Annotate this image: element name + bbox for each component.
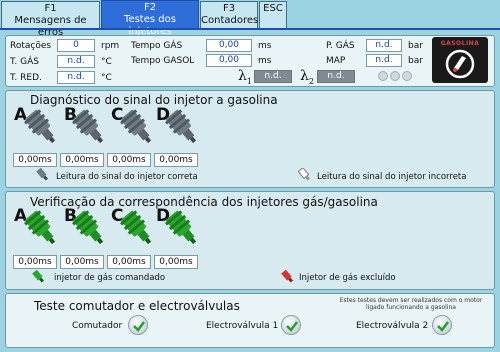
fuel-injector-icon — [120, 109, 152, 144]
tab-label: Contadores — [201, 15, 259, 26]
indicator-led-1 — [378, 71, 388, 81]
tempo-gas-unit: ms — [258, 41, 272, 51]
tab-error-messages[interactable]: F1 Mensagens de erros — [1, 1, 100, 38]
injector-ok-icon — [36, 168, 49, 181]
tab-label: Testes dos injetores — [124, 14, 176, 37]
injector-time-a: 0,00ms — [13, 153, 57, 167]
tab-escape[interactable]: ESC — [259, 1, 287, 28]
switch-label-ev2: Electroválvula 2 — [356, 321, 429, 331]
tempo-gasol-unit: ms — [258, 56, 272, 66]
rotacoes-value: 0 — [57, 39, 95, 52]
gas-injector-icon — [120, 210, 152, 245]
tab-injector-tests[interactable]: F2 Testes dos injetores — [101, 0, 199, 37]
fuel-injector-icon — [72, 109, 104, 144]
injector-time-d: 0,00ms — [154, 153, 198, 167]
tempo-gasol-value: 0,00 — [206, 54, 252, 67]
legend-signal-ok: Leitura do sinal do injetor correta — [56, 172, 198, 182]
tempo-gas-value: 0,00 — [206, 39, 252, 52]
tab-key: F1 — [44, 3, 57, 14]
map-value: n.d. — [366, 54, 402, 67]
check-icon — [286, 321, 298, 332]
pgas-value: n.d. — [366, 39, 402, 52]
gas-injector-time-b: 0,00ms — [60, 255, 104, 269]
legend-gas-excluded: Injetor de gás excluído — [299, 273, 396, 283]
tgas-label: T. GÁS — [10, 57, 39, 67]
gasoline-logo-icon: GASOLINA — [432, 37, 488, 83]
injector-bad-icon — [298, 168, 311, 181]
tab-key: ESC — [263, 3, 283, 14]
tempo-gasol-label: Tempo GASOL — [131, 56, 195, 66]
lambda2-value: n.d. — [317, 70, 355, 83]
legend-signal-bad: Leitura do sinal do injetor incorreta — [317, 172, 467, 182]
check-button-electrovalve-1[interactable] — [281, 315, 301, 335]
tred-value: n.d. — [57, 71, 95, 84]
lambda1-symbol: λ1 — [238, 68, 252, 86]
check-button-comutador[interactable] — [128, 315, 148, 335]
gas-injector-commanded-icon — [32, 270, 45, 283]
gas-injector-time-c: 0,00ms — [107, 255, 151, 269]
switch-label-comutador: Comutador — [72, 321, 123, 331]
check-icon — [437, 321, 449, 332]
gas-injector-excluded-icon — [281, 270, 294, 283]
check-icon — [133, 321, 145, 332]
rotacoes-unit: rpm — [101, 41, 120, 51]
switch-test-title: Teste comutador e electroválvulas — [34, 299, 240, 313]
gas-injector-time-a: 0,00ms — [13, 255, 57, 269]
switch-label-ev1: Electroválvula 1 — [206, 321, 279, 331]
tab-bar: F1 Mensagens de erros F2 Testes dos inje… — [0, 0, 500, 38]
engine-note: Estes testes devem ser realizados com o … — [339, 297, 483, 311]
fuel-injector-icon — [24, 109, 56, 144]
fuel-injector-icon — [165, 109, 197, 144]
gas-injector-icon — [165, 210, 197, 245]
check-button-electrovalve-2[interactable] — [432, 315, 452, 335]
pgas-unit: bar — [408, 41, 423, 51]
gas-injector-icon — [72, 210, 104, 245]
tab-underline — [0, 28, 500, 30]
pgas-label: P. GÁS — [326, 41, 355, 51]
indicator-led-2 — [390, 71, 400, 81]
gas-injector-icon — [24, 210, 56, 245]
tgas-unit: °C — [101, 57, 112, 67]
tgas-value: n.d. — [57, 55, 95, 68]
tempo-gas-label: Tempo GÁS — [131, 41, 183, 51]
map-unit: bar — [408, 56, 423, 66]
rotacoes-label: Rotações — [10, 41, 52, 51]
injector-time-b: 0,00ms — [60, 153, 104, 167]
legend-gas-commanded: injetor de gás comandado — [54, 273, 166, 283]
tred-unit: °C — [101, 73, 112, 83]
tab-key: F2 — [143, 2, 157, 13]
tab-counters[interactable]: F3 Contadores — [200, 1, 258, 28]
gas-injector-time-d: 0,00ms — [154, 255, 198, 269]
tab-key: F3 — [222, 3, 236, 14]
lambda1-value: n.d. — [254, 70, 292, 83]
lambda2-symbol: λ2 — [300, 68, 314, 86]
verification-title: Verificação da correspondência dos injet… — [30, 195, 378, 209]
map-label: MAP — [326, 56, 346, 66]
injector-time-c: 0,00ms — [107, 153, 151, 167]
tred-label: T. RED. — [10, 73, 42, 83]
indicator-led-3 — [402, 71, 412, 81]
